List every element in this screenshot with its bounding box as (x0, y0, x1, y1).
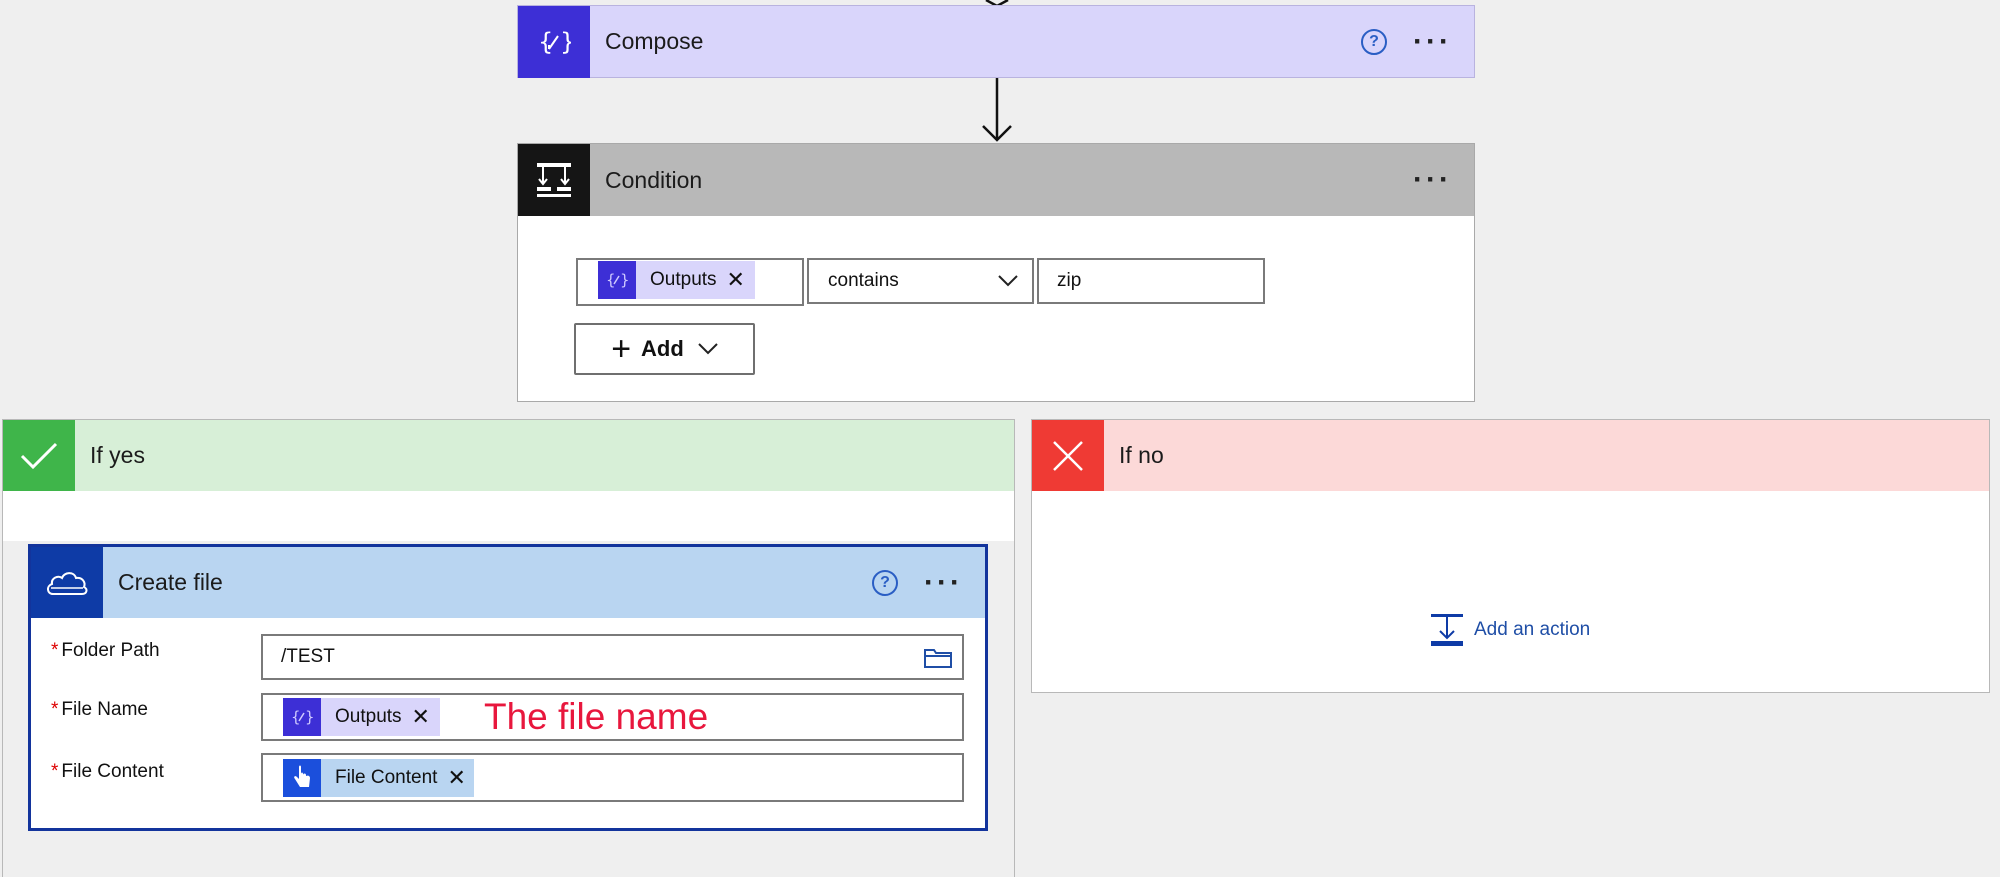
file-content-label-text: File Content (61, 761, 164, 782)
chevron-down-icon (998, 275, 1018, 287)
create-file-header[interactable]: Create file ? ··· (31, 547, 985, 618)
if-yes-title: If yes (90, 442, 145, 468)
outputs-token: { } Outputs ✕ (283, 698, 440, 736)
condition-card: Condition ··· { } Outputs ✕ contains (517, 143, 1475, 402)
outputs-token: { } Outputs ✕ (598, 261, 755, 299)
svg-text:{: { (291, 708, 301, 726)
file-name-annotation: The file name (483, 696, 709, 737)
compose-title: Compose (605, 28, 704, 54)
condition-title: Condition (605, 166, 703, 193)
compose-icon: { } (598, 261, 636, 299)
create-file-title: Create file (118, 569, 223, 595)
flow-designer-canvas: { } Compose ? ··· (0, 0, 2000, 877)
condition-more-options[interactable]: ··· (1413, 165, 1452, 195)
file-name-label-text: File Name (61, 699, 148, 720)
condition-right-operand[interactable]: zip (1037, 258, 1265, 304)
folder-path-value: /TEST (281, 646, 335, 667)
if-yes-header[interactable]: If yes (3, 420, 1014, 491)
file-content-token: File Content ✕ (283, 758, 474, 797)
folder-path-label-text: Folder Path (61, 640, 160, 661)
create-file-more-options[interactable]: ··· (924, 567, 963, 597)
remove-token-icon[interactable]: ✕ (447, 765, 465, 791)
outputs-token-label: Outputs (650, 269, 717, 290)
file-content-token-label: File Content (335, 766, 438, 788)
condition-branch-icon (518, 144, 590, 216)
create-file-action-card: Create file ? ··· * Folder Path /TEST * Fi… (28, 544, 988, 831)
add-condition-button[interactable]: + Add (574, 323, 755, 375)
condition-value: zip (1057, 270, 1082, 291)
svg-text:{: { (606, 271, 616, 289)
compose-more-options[interactable]: ··· (1413, 26, 1452, 56)
operator-dropdown[interactable]: contains (807, 258, 1034, 304)
if-no-title: If no (1119, 442, 1164, 468)
add-button-label: Add (641, 336, 684, 361)
if-yes-body (3, 491, 1014, 541)
remove-token-icon[interactable]: ✕ (727, 267, 745, 293)
operator-value: contains (828, 270, 899, 291)
create-file-help-icon[interactable]: ? (872, 569, 899, 596)
folder-path-field[interactable]: /TEST (261, 634, 964, 680)
condition-left-operand[interactable]: { } Outputs ✕ (576, 258, 804, 306)
remove-token-icon[interactable]: ✕ (412, 704, 430, 730)
file-name-field[interactable]: { } Outputs ✕ The file name (261, 693, 964, 741)
chevron-down-icon (698, 343, 718, 355)
file-content-field[interactable]: File Content ✕ (261, 753, 964, 802)
svg-text:{: { (538, 28, 553, 56)
add-action-icon (1431, 614, 1463, 646)
checkmark-icon (3, 420, 75, 491)
condition-header[interactable]: Condition ··· (518, 144, 1474, 216)
folder-icon[interactable] (924, 646, 952, 668)
connector-arrow-icon (982, 78, 1012, 142)
folder-path-label: * Folder Path (51, 640, 160, 662)
svg-text:}: } (560, 28, 571, 56)
compose-icon: { } (518, 5, 590, 78)
svg-text:}: } (620, 271, 628, 289)
if-no-branch: If no Add an action (1031, 419, 1990, 693)
add-an-action-button[interactable]: Add an action (1430, 613, 1590, 647)
close-icon (1032, 420, 1104, 491)
compose-icon: { } (283, 698, 321, 736)
manual-trigger-hand-icon (283, 758, 321, 797)
required-mark: * (51, 761, 59, 782)
file-name-token-label: Outputs (335, 706, 402, 727)
add-action-label: Add an action (1474, 619, 1591, 640)
if-no-header[interactable]: If no (1032, 420, 1989, 491)
plus-icon: + (611, 330, 632, 368)
required-mark: * (51, 640, 59, 661)
file-name-label: * File Name (51, 699, 148, 721)
compose-help-icon[interactable]: ? (1361, 28, 1388, 55)
file-content-label: * File Content (51, 761, 164, 783)
compose-action-card[interactable]: { } Compose ? ··· (517, 5, 1475, 78)
onedrive-cloud-icon (31, 547, 103, 618)
required-mark: * (51, 699, 59, 720)
svg-text:}: } (305, 708, 313, 726)
